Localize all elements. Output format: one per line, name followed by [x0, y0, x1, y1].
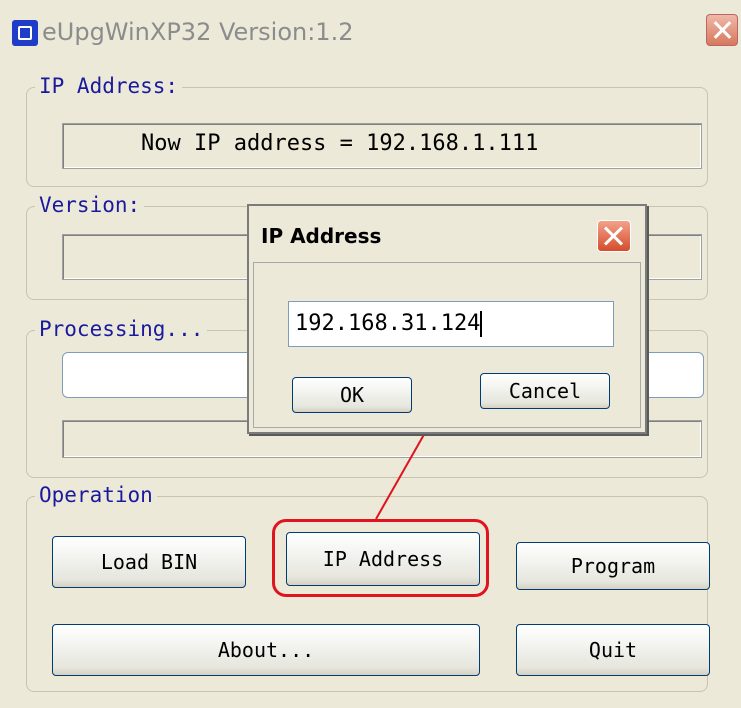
- text-caret: [480, 311, 483, 337]
- dialog-close-icon[interactable]: [597, 220, 631, 252]
- main-window: eUpgWinXP32 Version:1.2 IP Address: Now …: [0, 0, 741, 708]
- ip-input-value: 192.168.31.124: [295, 311, 481, 336]
- ok-button[interactable]: OK: [292, 377, 412, 413]
- dialog-body: 192.168.31.124 OK Cancel: [253, 262, 641, 428]
- ip-address-dialog: IP Address 192.168.31.124 OK Cancel: [247, 204, 647, 434]
- ip-address-input[interactable]: 192.168.31.124: [288, 301, 614, 347]
- cancel-button[interactable]: Cancel: [480, 373, 610, 409]
- dialog-title: IP Address: [261, 224, 382, 248]
